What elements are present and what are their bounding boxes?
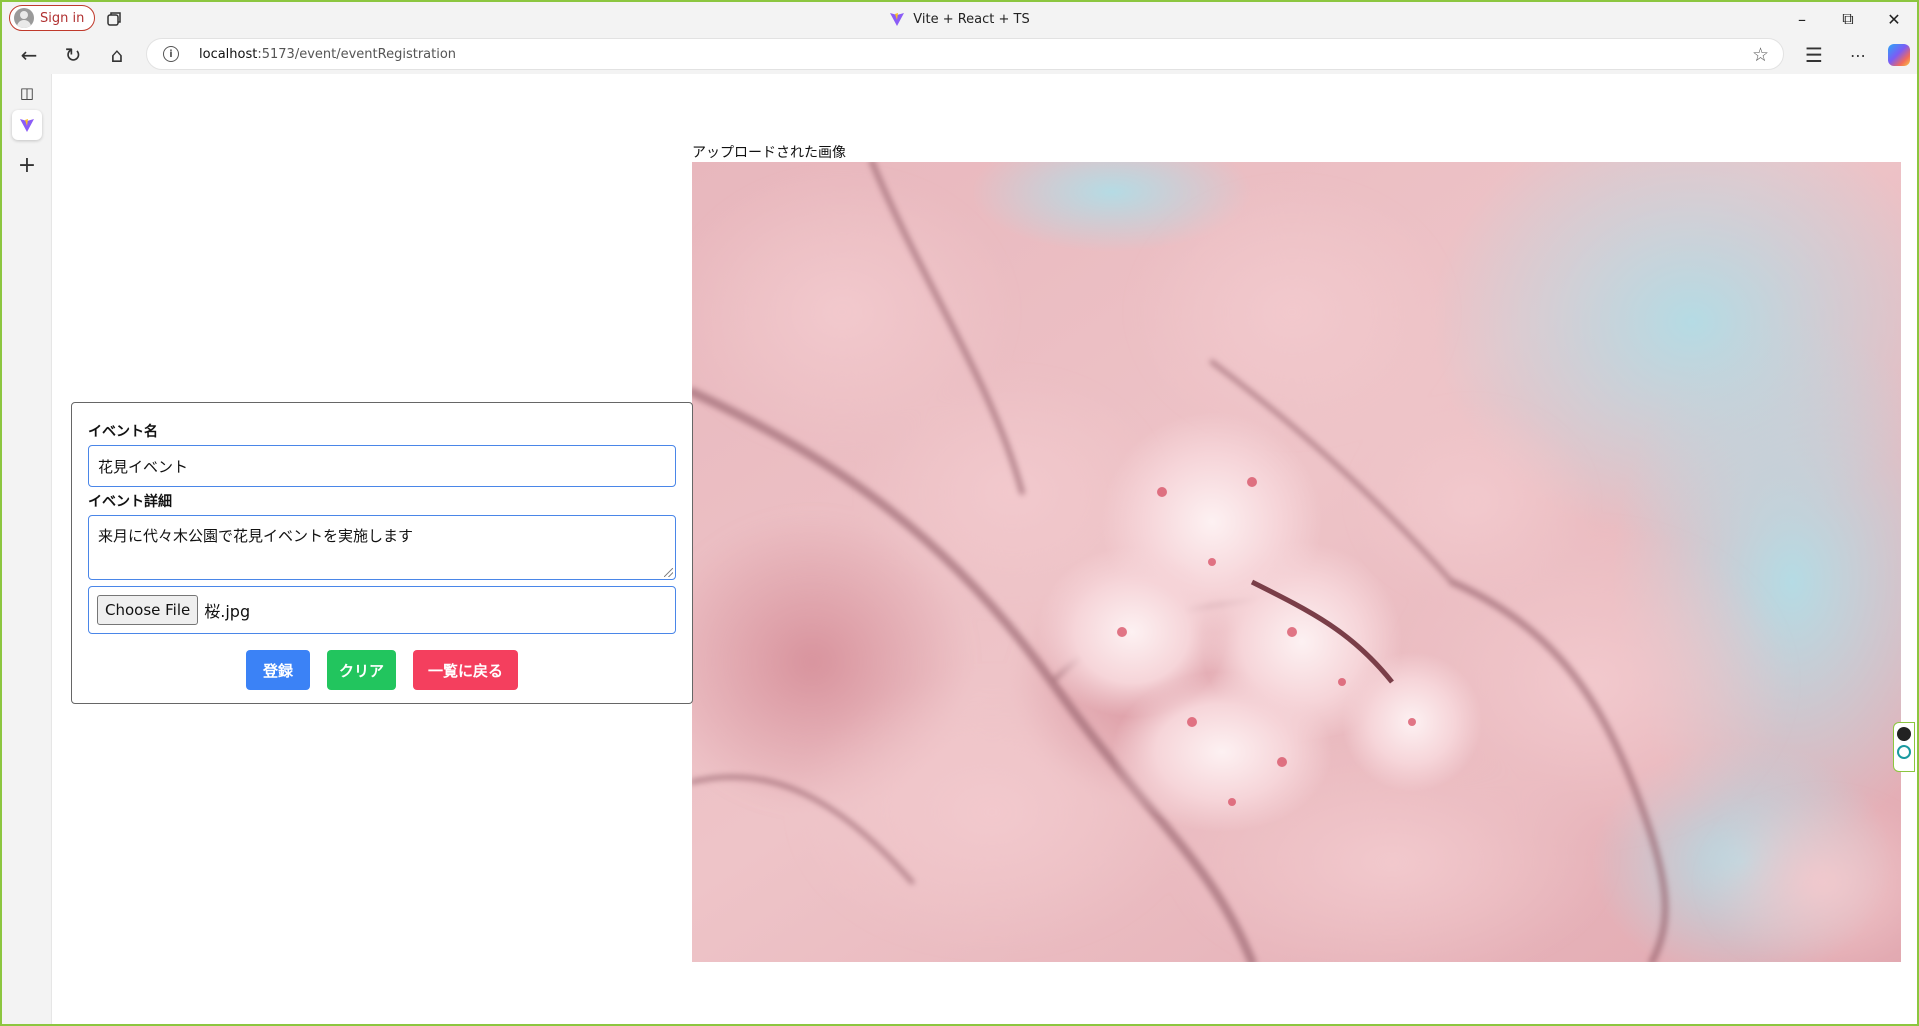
close-window-button[interactable]: ✕ [1871, 2, 1917, 36]
uploaded-image-preview [692, 162, 1901, 962]
uploaded-image-caption: アップロードされた画像 [692, 145, 846, 161]
refresh-button[interactable]: ↻ [57, 40, 89, 70]
resize-grip-icon[interactable] [664, 568, 673, 577]
browser-window: Sign in Vite + React + TS – ⧉ ✕ ← ↻ ⌂ i … [0, 0, 1919, 1026]
minimize-button[interactable]: – [1779, 2, 1825, 36]
window-title-text: Vite + React + TS [913, 11, 1030, 27]
url-text[interactable]: localhost:5173/event/eventRegistration [199, 47, 456, 62]
tab-panel-toggle-icon[interactable]: ◫ [12, 78, 42, 108]
vite-favicon-icon [20, 119, 34, 132]
window-title: Vite + React + TS [2, 2, 1917, 36]
back-nav-button[interactable]: ← [13, 40, 45, 70]
event-registration-form: イベント名 花見イベント イベント詳細 来月に代々木公園で花見イベントを実施しま… [71, 402, 693, 704]
restore-button[interactable]: ⧉ [1825, 2, 1871, 36]
event-detail-textarea[interactable]: 来月に代々木公園で花見イベントを実施します [88, 515, 676, 580]
more-menu-icon[interactable]: ⋯ [1842, 40, 1874, 70]
vite-logo-icon [890, 13, 905, 26]
new-tab-icon[interactable]: + [12, 150, 42, 180]
favorites-icon[interactable]: ☰ [1798, 40, 1830, 70]
close-widget-icon[interactable] [1897, 727, 1911, 741]
copilot-icon [1888, 44, 1910, 66]
sign-in-label: Sign in [40, 10, 85, 26]
back-to-list-button[interactable]: 一覧に戻る [413, 650, 518, 690]
navigation-bar: ← ↻ ⌂ i localhost:5173/event/eventRegist… [2, 36, 1917, 74]
copilot-button[interactable] [1883, 40, 1915, 70]
image-file-input: Choose File 桜.jpg [88, 586, 676, 634]
selected-file-name: 桜.jpg [204, 602, 251, 621]
profile-icon [14, 8, 34, 28]
workspaces-icon[interactable] [104, 9, 124, 29]
side-floating-widget[interactable] [1893, 722, 1915, 772]
sign-in-button[interactable]: Sign in [9, 5, 96, 31]
cherry-blossom-image [692, 162, 1901, 962]
page-content: アップロードされた画像 イベント名 花見イベント イベント詳細 来月に代々木公園… [53, 74, 1917, 1024]
clear-button[interactable]: クリア [327, 650, 396, 690]
event-detail-label: イベント詳細 [88, 494, 172, 510]
tab-vite-app[interactable] [12, 110, 42, 140]
favorite-star-icon[interactable]: ☆ [1752, 44, 1769, 66]
vertical-tab-strip: ◫ + [2, 74, 52, 1024]
event-name-input[interactable]: 花見イベント [88, 445, 676, 487]
home-button[interactable]: ⌂ [101, 40, 133, 70]
form-actions: 登録 クリア 一覧に戻る [88, 650, 676, 690]
address-bar[interactable]: i localhost:5173/event/eventRegistration… [146, 38, 1784, 70]
event-name-label: イベント名 [88, 424, 158, 440]
title-bar: Sign in Vite + React + TS – ⧉ ✕ [2, 2, 1917, 36]
choose-file-button[interactable]: Choose File [97, 595, 199, 625]
extension-icon[interactable] [1897, 745, 1911, 759]
site-info-icon[interactable]: i [163, 46, 179, 62]
event-detail-text: 来月に代々木公園で花見イベントを実施します [98, 527, 414, 545]
register-button[interactable]: 登録 [246, 650, 310, 690]
